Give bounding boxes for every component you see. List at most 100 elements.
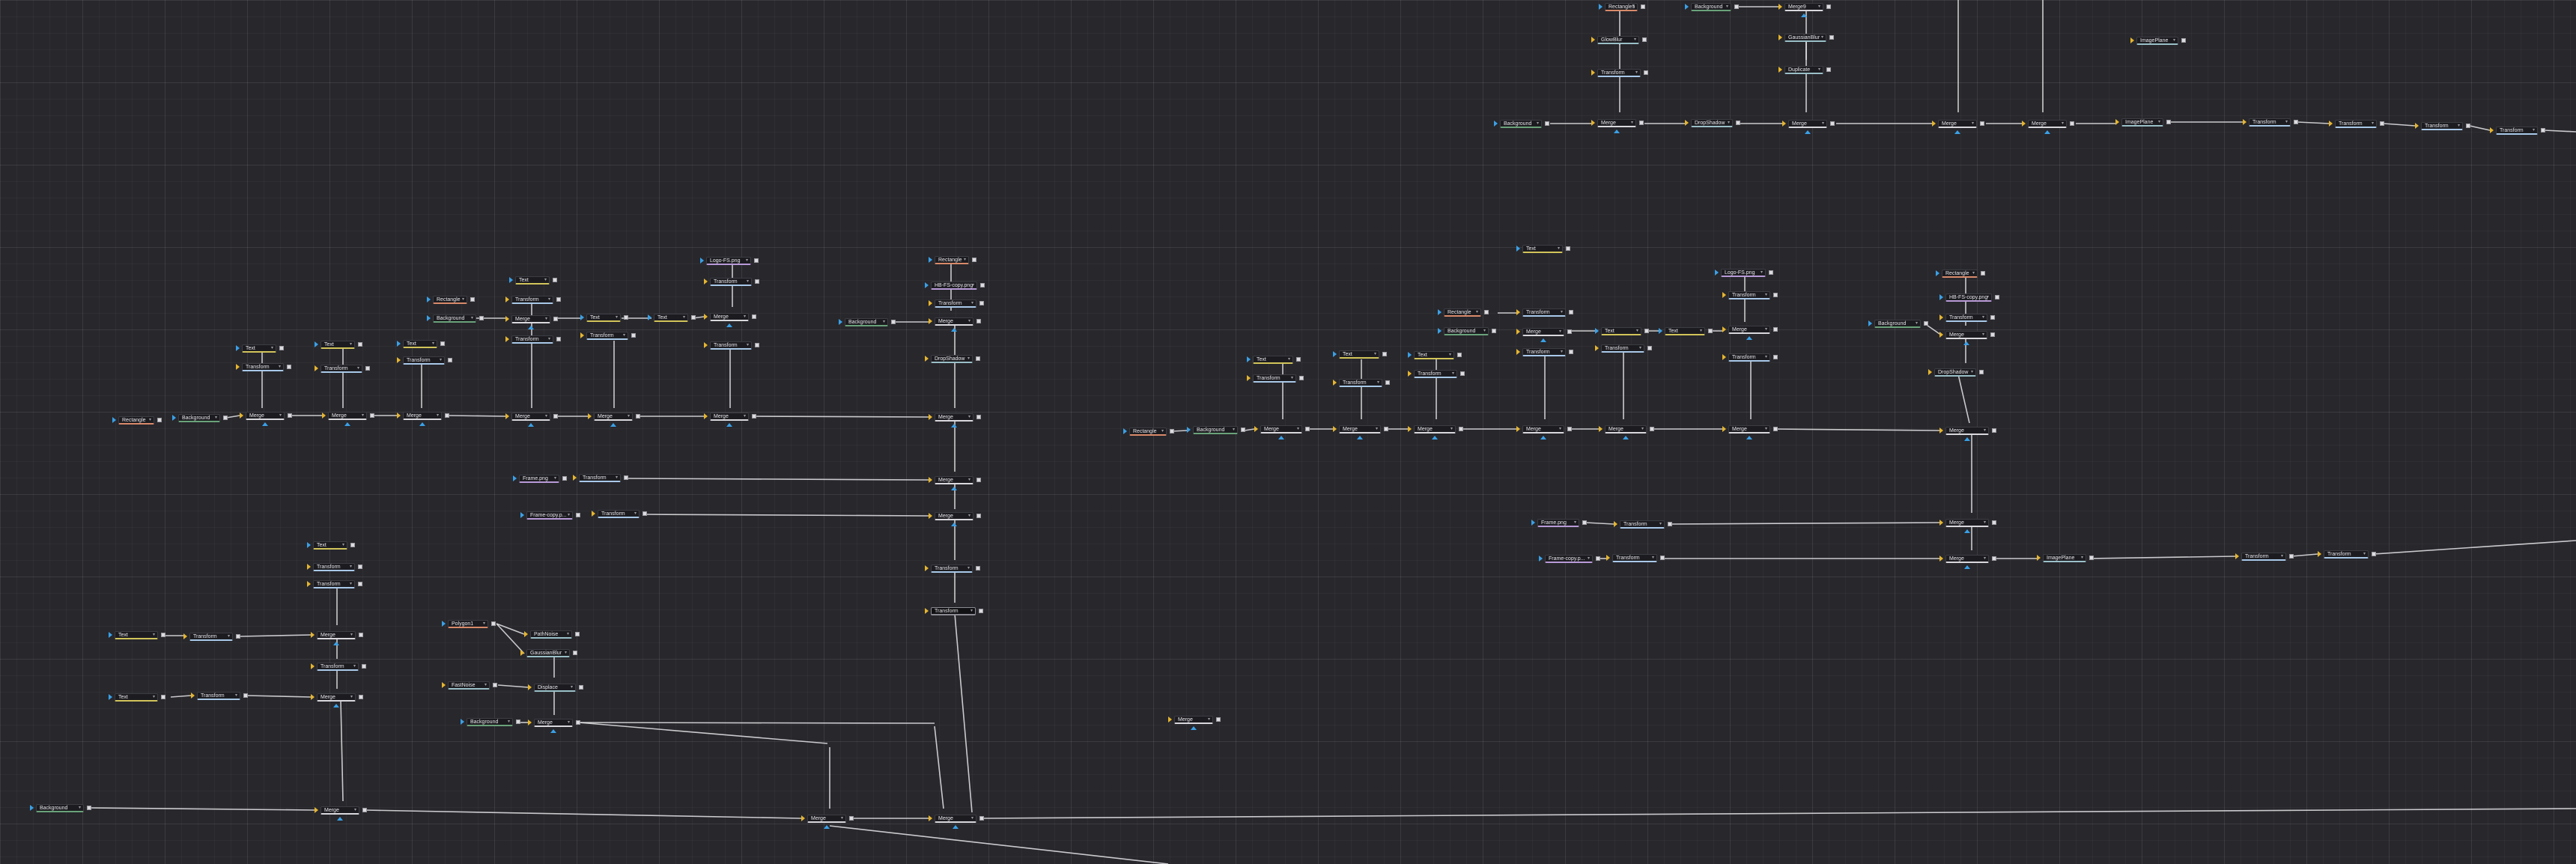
mask-input-icon[interactable]	[528, 423, 534, 427]
node-transform[interactable]: Transform ▾	[1522, 308, 1566, 317]
output-port[interactable]	[1650, 427, 1654, 431]
input-port-icon[interactable]	[1408, 371, 1412, 377]
output-port[interactable]	[2166, 120, 2171, 124]
input-port-icon[interactable]	[311, 632, 315, 638]
chevron-down-icon[interactable]: ▾	[1476, 309, 1478, 315]
node-transform[interactable]: Transform ▾	[931, 565, 973, 573]
output-port[interactable]	[1216, 717, 1221, 722]
node-bg[interactable]: Background ▾	[1444, 327, 1489, 335]
node-merge[interactable]: Merge ▾	[1339, 425, 1381, 433]
output-port[interactable]	[1241, 428, 1245, 432]
output-port[interactable]	[1460, 371, 1465, 376]
chevron-down-icon[interactable]: ▾	[350, 581, 352, 587]
output-port[interactable]	[576, 513, 580, 517]
node-merge[interactable]: Merge ▾	[511, 413, 550, 421]
chevron-down-icon[interactable]: ▾	[568, 720, 570, 725]
chevron-down-icon[interactable]: ▾	[548, 336, 550, 342]
node-transform[interactable]: Transform ▾	[931, 607, 976, 615]
mask-input-icon[interactable]	[2044, 130, 2050, 134]
input-port-icon[interactable]	[2235, 553, 2239, 559]
chevron-down-icon[interactable]: ▾	[747, 342, 749, 348]
node-transform[interactable]: Transform ▾	[403, 356, 445, 365]
input-port-icon[interactable]	[1928, 369, 1932, 375]
output-port[interactable]	[976, 514, 981, 518]
chevron-down-icon[interactable]: ▾	[883, 319, 885, 325]
input-port-icon[interactable]	[573, 475, 577, 481]
output-port[interactable]	[1567, 427, 1572, 431]
output-port[interactable]	[288, 413, 292, 418]
mask-input-icon[interactable]	[951, 487, 957, 490]
output-port[interactable]	[1170, 429, 1174, 433]
input-port-icon[interactable]	[311, 663, 315, 669]
chevron-down-icon[interactable]: ▾	[1561, 309, 1563, 315]
mask-input-icon[interactable]	[726, 423, 732, 427]
node-shape[interactable]: Rectangle ▾	[433, 296, 467, 304]
node-text[interactable]: Text ▾	[1522, 245, 1563, 253]
mask-input-icon[interactable]	[951, 424, 957, 428]
mask-input-icon[interactable]	[1963, 341, 1969, 345]
output-port[interactable]	[636, 414, 640, 419]
node-text[interactable]: Text ▾	[654, 314, 688, 322]
output-port[interactable]	[1708, 329, 1713, 333]
mask-input-icon[interactable]	[1964, 437, 1970, 441]
output-port[interactable]	[1596, 556, 1600, 561]
input-port-icon[interactable]	[2243, 119, 2247, 125]
input-port-icon[interactable]	[2318, 551, 2321, 557]
chevron-down-icon[interactable]: ▾	[568, 512, 570, 518]
chevron-down-icon[interactable]: ▾	[964, 257, 966, 263]
output-port[interactable]	[1830, 121, 1835, 126]
input-port-icon[interactable]	[397, 413, 401, 419]
input-port-icon[interactable]	[1333, 380, 1337, 386]
node-transform[interactable]: Transform ▾	[2335, 120, 2377, 128]
input-port-icon[interactable]	[307, 581, 311, 587]
node-transform[interactable]: Transform ▾	[586, 332, 628, 340]
input-port-icon[interactable]	[1516, 426, 1520, 432]
input-port-icon[interactable]	[1722, 326, 1726, 332]
output-port[interactable]	[287, 365, 291, 369]
output-port[interactable]	[161, 695, 165, 699]
chevron-down-icon[interactable]: ▾	[744, 413, 746, 419]
chevron-down-icon[interactable]: ▾	[271, 345, 273, 351]
node-text[interactable]: Text ▾	[313, 541, 347, 550]
chevron-down-icon[interactable]: ▾	[544, 277, 547, 283]
node-merge[interactable]: Merge ▾	[1945, 555, 1989, 563]
input-port-icon[interactable]	[929, 300, 932, 306]
chevron-down-icon[interactable]: ▾	[554, 475, 556, 481]
output-port[interactable]	[1990, 332, 1995, 337]
input-port-icon[interactable]	[311, 694, 315, 700]
chevron-down-icon[interactable]: ▾	[362, 413, 364, 419]
input-port-icon[interactable]	[1516, 309, 1520, 315]
node-transform[interactable]: Transform ▾	[2421, 122, 2463, 130]
node-shape[interactable]: Rectangle ▾	[1129, 428, 1167, 436]
output-port[interactable]	[556, 297, 561, 302]
chevron-down-icon[interactable]: ▾	[1987, 294, 1989, 300]
output-port[interactable]	[979, 609, 983, 613]
input-port-icon[interactable]	[925, 608, 929, 614]
node-loader[interactable]: Frame-copy.p... ▾	[1545, 555, 1593, 563]
chevron-down-icon[interactable]: ▾	[1558, 246, 1560, 252]
chevron-down-icon[interactable]: ▾	[1208, 717, 1210, 722]
mask-input-icon[interactable]	[1964, 529, 1970, 533]
node-merge[interactable]: Merge ▾	[1728, 425, 1770, 433]
input-port-icon[interactable]	[2490, 127, 2494, 133]
chevron-down-icon[interactable]: ▾	[548, 296, 550, 302]
node-merge[interactable]: Merge ▾	[1728, 326, 1770, 334]
chevron-down-icon[interactable]: ▾	[1765, 426, 1767, 432]
chevron-down-icon[interactable]: ▾	[483, 621, 485, 627]
chevron-down-icon[interactable]: ▾	[1161, 428, 1164, 434]
node-shape[interactable]: Polygon1 ▾	[448, 620, 488, 628]
output-port[interactable]	[2089, 556, 2094, 560]
output-port[interactable]	[979, 816, 984, 821]
chevron-down-icon[interactable]: ▾	[1822, 121, 1824, 127]
node-transform[interactable]: Transform ▾	[710, 278, 752, 286]
node-loader[interactable]: Frame.png ▾	[519, 475, 559, 483]
output-port[interactable]	[350, 543, 355, 547]
output-port[interactable]	[479, 316, 484, 320]
chevron-down-icon[interactable]: ▾	[628, 413, 630, 419]
output-port[interactable]	[362, 664, 366, 669]
output-port[interactable]	[1773, 327, 1778, 332]
node-text[interactable]: Text ▾	[515, 276, 550, 285]
output-port[interactable]	[370, 413, 374, 418]
mask-input-icon[interactable]	[333, 704, 339, 708]
node-merge[interactable]: Merge ▾	[1945, 427, 1989, 435]
